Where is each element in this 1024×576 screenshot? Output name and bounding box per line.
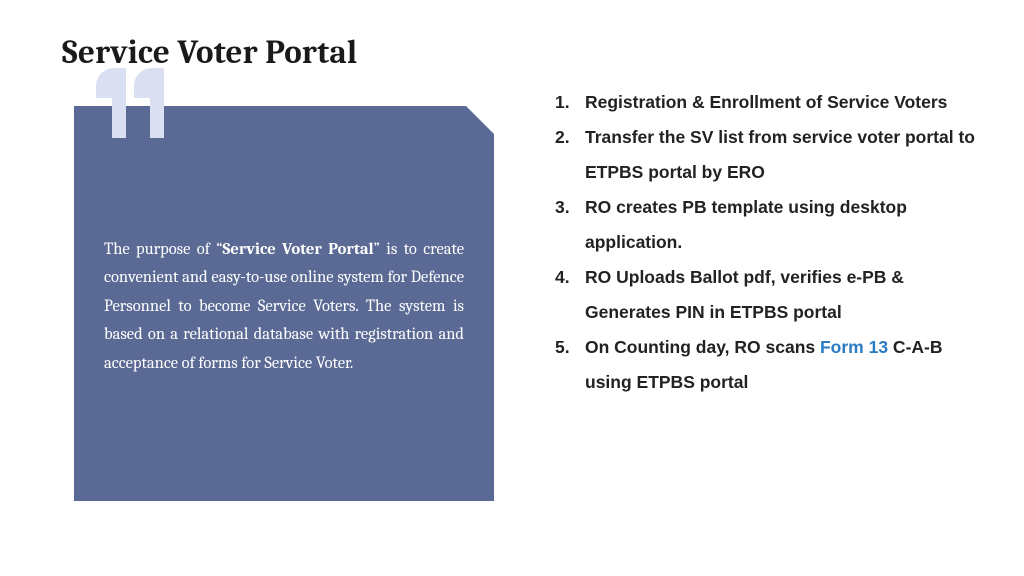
- list-number: 3.: [555, 190, 585, 260]
- steps-list: 1. Registration & Enrollment of Service …: [555, 85, 975, 400]
- list-item: 1. Registration & Enrollment of Service …: [555, 85, 975, 120]
- list-number: 1.: [555, 85, 585, 120]
- list-text: RO Uploads Ballot pdf, verifies e-PB & G…: [585, 260, 975, 330]
- list-item: 2. Transfer the SV list from service vot…: [555, 120, 975, 190]
- list-number: 2.: [555, 120, 585, 190]
- list-item: 5. On Counting day, RO scans Form 13 C-A…: [555, 330, 975, 400]
- form-13-link[interactable]: Form 13: [820, 337, 888, 357]
- list-text: Registration & Enrollment of Service Vot…: [585, 85, 975, 120]
- list-item: 4. RO Uploads Ballot pdf, verifies e-PB …: [555, 260, 975, 330]
- page-title: Service Voter Portal: [62, 34, 357, 72]
- quote-card: The purpose of “Service Voter Portal” is…: [74, 106, 494, 501]
- list-text: Transfer the SV list from service voter …: [585, 120, 975, 190]
- list-text: On Counting day, RO scans Form 13 C-A-B …: [585, 330, 975, 400]
- list-item: 3. RO creates PB template using desktop …: [555, 190, 975, 260]
- list-number: 4.: [555, 260, 585, 330]
- quote-prefix: The purpose of “: [104, 240, 222, 259]
- corner-fold: [466, 106, 494, 134]
- list-text: RO creates PB template using desktop app…: [585, 190, 975, 260]
- list-text-pre: On Counting day, RO scans: [585, 337, 820, 357]
- quote-body: The purpose of “Service Voter Portal” is…: [104, 236, 464, 378]
- list-number: 5.: [555, 330, 585, 400]
- quote-suffix: ” is to create convenient and easy-to-us…: [104, 240, 464, 373]
- quote-icon: [96, 68, 164, 140]
- quote-bold: Service Voter Portal: [222, 240, 373, 259]
